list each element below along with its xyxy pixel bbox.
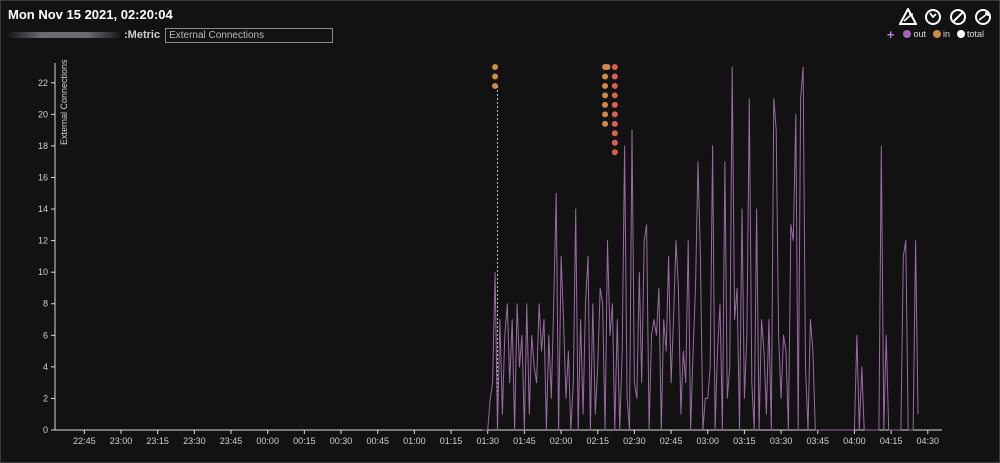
x-tick-label: 00:45 [366, 436, 389, 446]
x-tick-label: 00:15 [293, 436, 316, 446]
x-tick-label: 04:00 [843, 436, 866, 446]
x-tick-label: 03:15 [733, 436, 756, 446]
series-out-line [482, 66, 919, 431]
x-tick-label: 04:15 [880, 436, 903, 446]
series-in-point [602, 111, 609, 118]
series-total-point [611, 120, 618, 127]
x-tick-label: 01:45 [513, 436, 536, 446]
y-tick-label: 12 [38, 236, 48, 246]
series-total-point [611, 73, 618, 80]
x-tick-label: 23:30 [183, 436, 206, 446]
series-total-point [611, 149, 618, 156]
y-tick-label: 10 [38, 267, 48, 277]
y-tick-label: 8 [43, 299, 48, 309]
series-total-point [611, 111, 618, 118]
x-tick-label: 22:45 [73, 436, 96, 446]
y-tick-label: 22 [38, 78, 48, 88]
x-tick-label: 02:15 [586, 436, 609, 446]
x-tick-label: 04:30 [917, 436, 940, 446]
series-total-point [611, 64, 618, 70]
x-tick-label: 01:30 [476, 436, 499, 446]
series-in-point [602, 82, 609, 89]
series-in-point [602, 101, 609, 108]
x-tick-label: 03:00 [696, 436, 719, 446]
series-in-point [602, 120, 609, 127]
y-tick-label: 6 [43, 330, 48, 340]
y-tick-label: 18 [38, 141, 48, 151]
x-tick-label: 01:15 [440, 436, 463, 446]
series-in-point [492, 73, 499, 80]
x-tick-label: 03:30 [770, 436, 793, 446]
series-in-point [602, 73, 609, 80]
series-total-point [611, 92, 618, 99]
x-tick-label: 02:45 [660, 436, 683, 446]
x-tick-label: 00:30 [330, 436, 353, 446]
y-tick-label: 20 [38, 109, 48, 119]
y-tick-label: 4 [43, 362, 48, 372]
x-tick-label: 02:30 [623, 436, 646, 446]
series-in-point [492, 82, 499, 89]
x-tick-label: 00:00 [256, 436, 279, 446]
x-tick-label: 23:00 [110, 436, 133, 446]
y-tick-label: 2 [43, 393, 48, 403]
y-tick-label: 0 [43, 425, 48, 435]
x-tick-label: 23:45 [220, 436, 243, 446]
series-total-point [611, 130, 618, 137]
x-tick-label: 23:15 [146, 436, 169, 446]
x-tick-label: 01:00 [403, 436, 426, 446]
series-total-point [611, 82, 618, 89]
series-in-point [492, 64, 499, 70]
x-tick-label: 03:45 [806, 436, 829, 446]
y-axis-label: External Connections [59, 59, 69, 145]
y-tick-label: 14 [38, 204, 48, 214]
line-chart[interactable]: 0 2 4 6 8 10 12 14 16 18 20 22 22:45 23:00 23:15 23:30 2… [0, 0, 1000, 463]
x-tick-label: 02:00 [550, 436, 573, 446]
y-tick-label: 16 [38, 172, 48, 182]
series-in-point [604, 64, 611, 70]
series-total-point [611, 139, 618, 146]
series-in-point [602, 92, 609, 99]
series-total-point [611, 101, 618, 108]
